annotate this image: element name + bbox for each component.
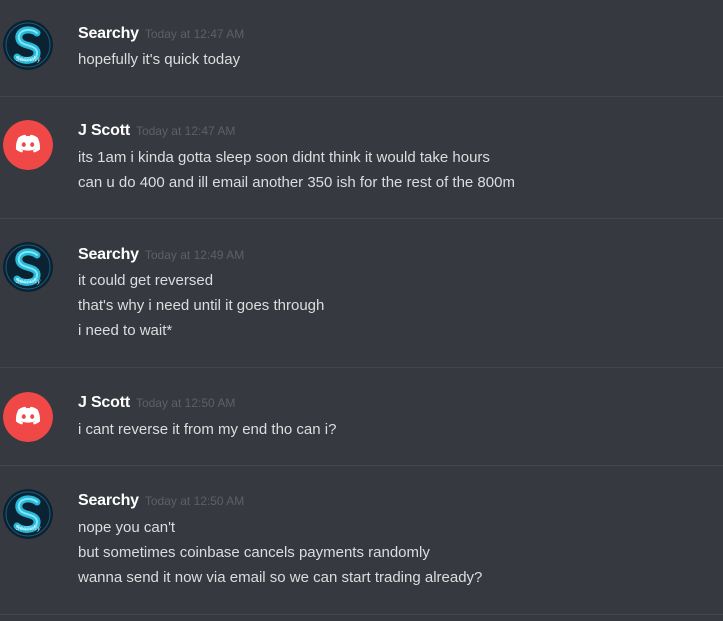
searchy-logo-icon: Searchy <box>3 242 53 292</box>
message-divider <box>0 96 723 97</box>
message-line: can u do 400 and ill email another 350 i… <box>78 174 515 191</box>
message-timestamp[interactable]: Today at 12:47 AM <box>145 27 244 41</box>
discord-logo-icon <box>3 392 53 442</box>
searchy-avatar[interactable]: Searchy <box>3 242 53 292</box>
message-timestamp[interactable]: Today at 12:49 AM <box>145 248 244 262</box>
searchy-avatar[interactable]: Searchy <box>3 20 53 70</box>
message-divider <box>0 614 723 615</box>
message-line: i need to wait* <box>78 322 173 339</box>
searchy-logo-script: Searchy <box>16 525 41 532</box>
message-line: it could get reversed <box>78 272 214 289</box>
message-header: Searchy Today at 12:50 AM <box>78 492 244 512</box>
discord-default-avatar[interactable] <box>3 392 53 442</box>
message-timestamp[interactable]: Today at 12:50 AM <box>145 494 244 508</box>
author-name[interactable]: J Scott <box>78 394 130 411</box>
message-content: it could get reversed that's why i need … <box>78 268 324 343</box>
author-name[interactable]: J Scott <box>78 122 130 139</box>
message-content: i cant reverse it from my end tho can i? <box>78 417 336 442</box>
message-header: Searchy Today at 12:47 AM <box>78 25 244 45</box>
discord-logo-icon <box>3 120 53 170</box>
message-line: wanna send it now via email so we can st… <box>78 569 483 586</box>
author-name[interactable]: Searchy <box>78 492 139 509</box>
message-content: its 1am i kinda gotta sleep soon didnt t… <box>78 145 515 195</box>
message-header: J Scott Today at 12:47 AM <box>78 122 235 142</box>
message-line: i cant reverse it from my end tho can i? <box>78 421 337 438</box>
message-header: J Scott Today at 12:50 AM <box>78 394 235 414</box>
discord-default-avatar[interactable] <box>3 120 53 170</box>
message-content: hopefully it's quick today <box>78 47 240 72</box>
searchy-logo-icon: Searchy <box>3 20 53 70</box>
searchy-avatar[interactable]: Searchy <box>3 489 53 539</box>
message-divider <box>0 218 723 219</box>
author-name[interactable]: Searchy <box>78 25 139 42</box>
message-divider <box>0 367 723 368</box>
searchy-logo-script: Searchy <box>16 278 41 285</box>
message-timestamp[interactable]: Today at 12:50 AM <box>136 396 235 410</box>
message-line: its 1am i kinda gotta sleep soon didnt t… <box>78 149 490 166</box>
message-line: hopefully it's quick today <box>78 51 241 68</box>
author-name[interactable]: Searchy <box>78 246 139 263</box>
chat-message-list: Searchy Searchy Today at 12:47 AM hopeful… <box>0 0 723 621</box>
searchy-logo-script: Searchy <box>16 56 41 63</box>
message-header: Searchy Today at 12:49 AM <box>78 246 244 266</box>
message-line: nope you can't <box>78 519 176 536</box>
message-line: but sometimes coinbase cancels payments … <box>78 544 430 561</box>
message-line: that's why i need until it goes through <box>78 297 325 314</box>
message-content: nope you can't but sometimes coinbase ca… <box>78 515 482 590</box>
message-divider <box>0 465 723 466</box>
searchy-logo-icon: Searchy <box>3 489 53 539</box>
message-timestamp[interactable]: Today at 12:47 AM <box>136 124 235 138</box>
